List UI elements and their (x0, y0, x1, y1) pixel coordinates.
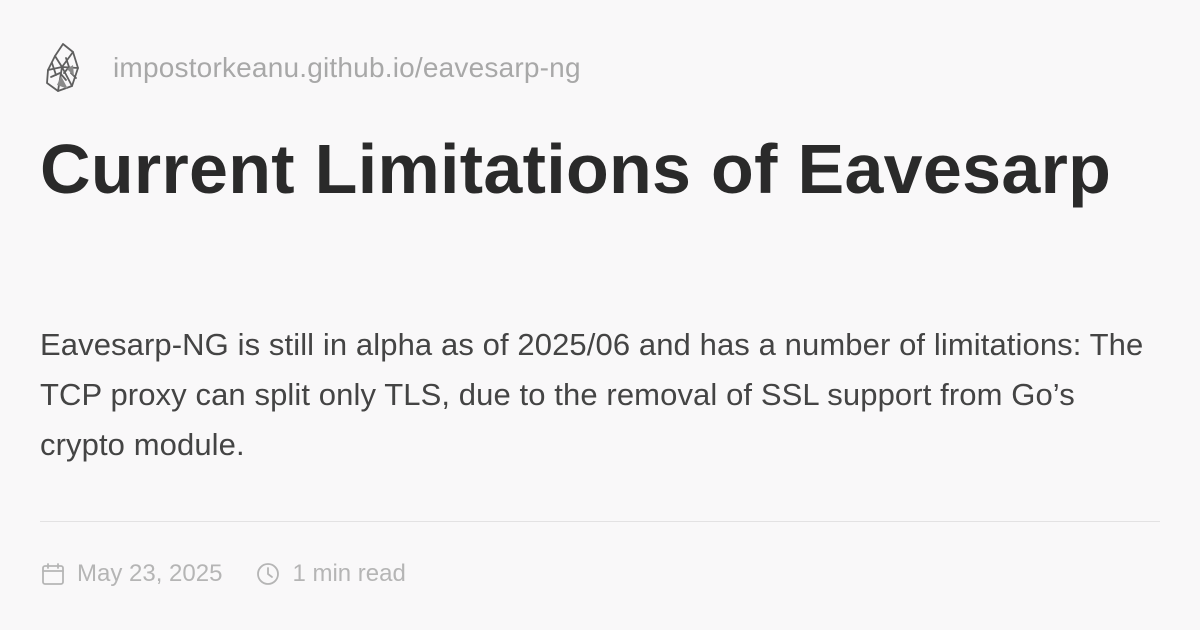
publish-date-text: May 23, 2025 (77, 560, 223, 587)
page-title: Current Limitations of Eavesarp (40, 130, 1112, 208)
site-header: impostorkeanu.github.io/eavesarp-ng (40, 40, 581, 96)
read-time: 1 min read (255, 560, 406, 588)
crystal-logo-icon (40, 40, 96, 96)
divider (40, 521, 1160, 522)
post-meta: May 23, 2025 1 min read (40, 556, 406, 592)
calendar-icon (40, 561, 66, 587)
social-preview-card: impostorkeanu.github.io/eavesarp-ng Curr… (40, 40, 1160, 600)
publish-date: May 23, 2025 (40, 560, 222, 588)
site-url: impostorkeanu.github.io/eavesarp-ng (113, 52, 581, 83)
clock-icon (255, 561, 281, 587)
read-time-text: 1 min read (292, 560, 406, 587)
post-description: Eavesarp-NG is still in alpha as of 2025… (40, 327, 1144, 462)
